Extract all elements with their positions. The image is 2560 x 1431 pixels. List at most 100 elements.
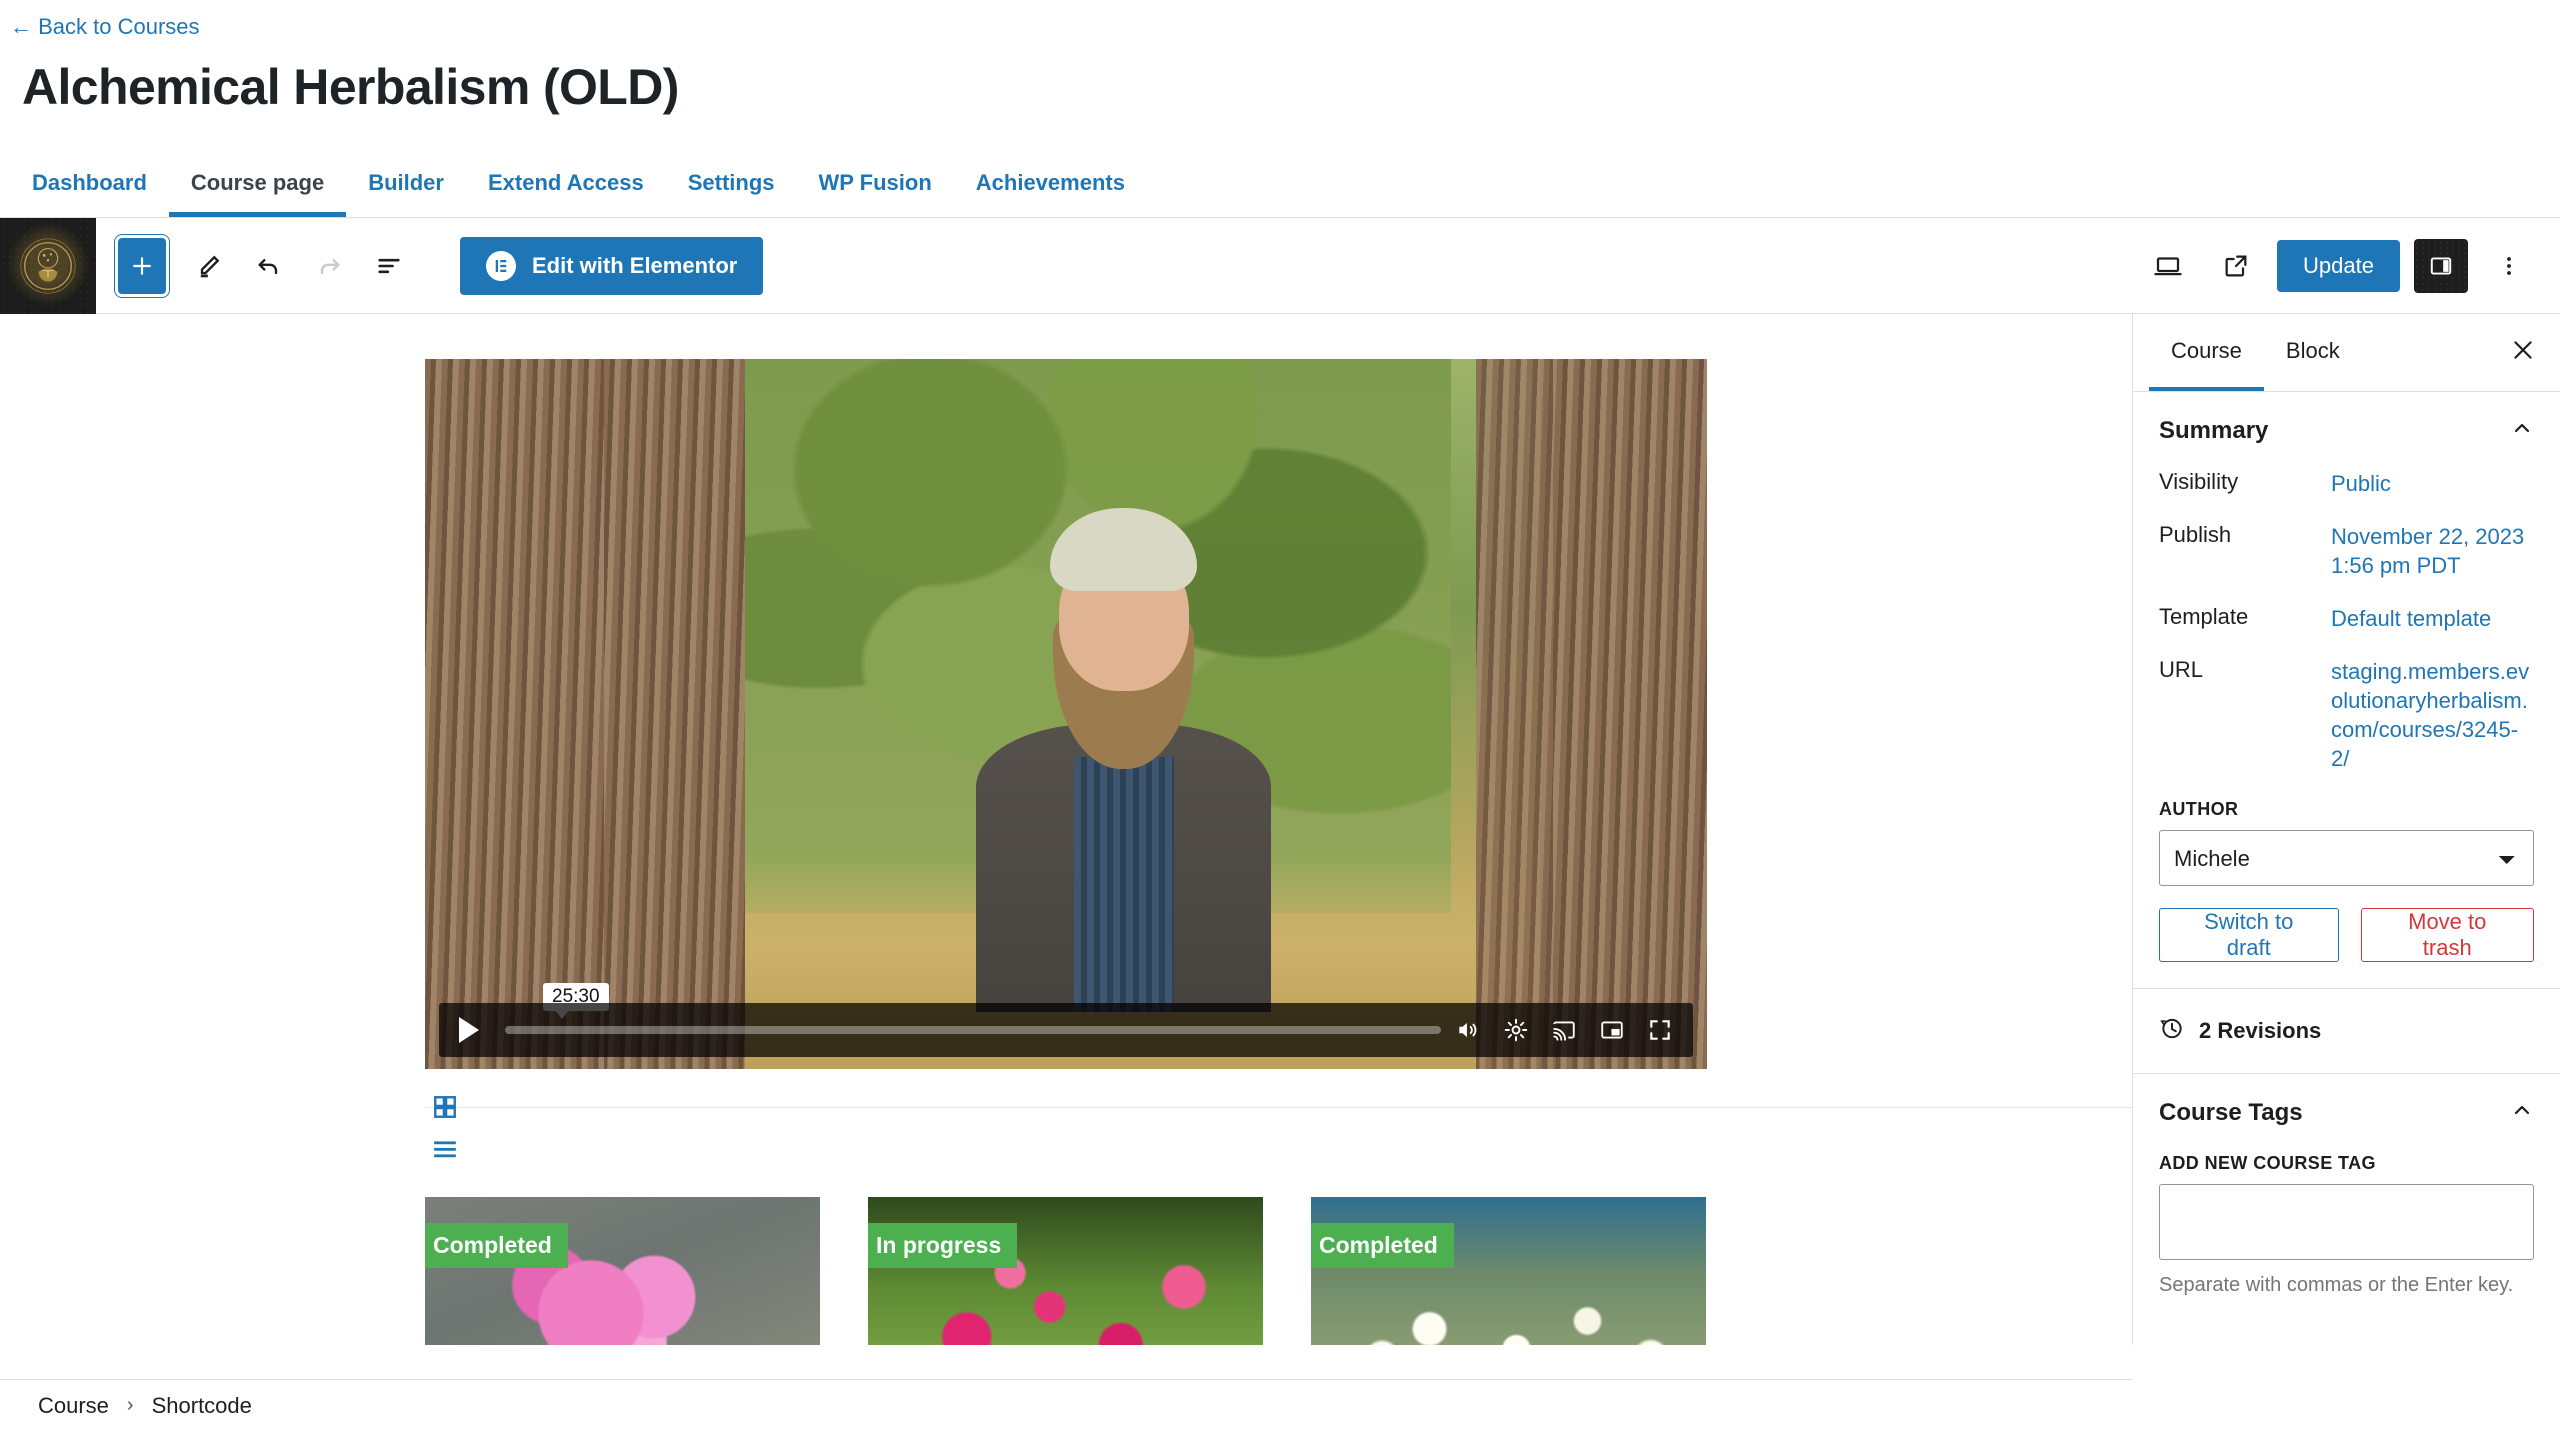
editor-tools bbox=[96, 237, 416, 294]
external-link-icon[interactable] bbox=[2209, 239, 2263, 293]
play-icon[interactable] bbox=[459, 1017, 479, 1043]
add-course-tag-field: ADD NEW COURSE TAG bbox=[2133, 1139, 2560, 1261]
url-label: URL bbox=[2159, 657, 2204, 683]
three-dots-icon bbox=[2507, 256, 2511, 275]
visibility-value[interactable]: Public bbox=[2331, 469, 2391, 498]
revisions-label: 2 Revisions bbox=[2199, 1018, 2322, 1044]
card-image bbox=[425, 1197, 820, 1345]
revision-clock-icon bbox=[2159, 1015, 2185, 1047]
tab-wp-fusion[interactable]: WP Fusion bbox=[797, 170, 954, 217]
status-badge: Completed bbox=[1311, 1223, 1454, 1268]
grid-icon bbox=[434, 1096, 456, 1118]
template-value[interactable]: Default template bbox=[2331, 604, 2491, 633]
collapse-chevron-icon bbox=[2514, 423, 2530, 433]
tab-builder[interactable]: Builder bbox=[346, 170, 466, 217]
tab-course[interactable]: Course bbox=[2149, 314, 2264, 391]
volume-icon[interactable] bbox=[1455, 1017, 1481, 1043]
publish-label: Publish bbox=[2159, 522, 2232, 548]
tab-course-page[interactable]: Course page bbox=[168, 170, 347, 217]
breadcrumb: Course › Shortcode bbox=[0, 1379, 2132, 1431]
list-item[interactable]: Completed bbox=[425, 1197, 820, 1345]
author-field: AUTHOR Michele bbox=[2133, 785, 2560, 887]
chromecast-icon bbox=[1553, 1021, 1575, 1041]
undo-icon[interactable] bbox=[242, 239, 296, 293]
status-badge: Completed bbox=[425, 1223, 568, 1268]
speaker-icon bbox=[1459, 1022, 1477, 1038]
revisions-link[interactable]: 2 Revisions bbox=[2133, 989, 2560, 1073]
editor-canvas: 25:30 Completed In progress Completed bbox=[0, 314, 2132, 1345]
block-divider bbox=[425, 1107, 2132, 1108]
video-progress-bar[interactable] bbox=[505, 1026, 1441, 1034]
post-action-buttons: Switch to draft Move to trash bbox=[2133, 886, 2560, 988]
site-emblem-icon[interactable] bbox=[0, 217, 96, 314]
close-icon[interactable] bbox=[2510, 337, 2536, 368]
chevron-up-icon[interactable] bbox=[2510, 416, 2534, 445]
settings-gear-icon[interactable] bbox=[1503, 1017, 1529, 1043]
video-control-icons bbox=[1455, 1017, 1679, 1043]
list-item[interactable]: Completed bbox=[1311, 1197, 1706, 1345]
plus-icon bbox=[133, 256, 151, 275]
author-label: AUTHOR bbox=[2159, 799, 2239, 820]
video-frame-image bbox=[425, 359, 1707, 1069]
list-block-icon[interactable] bbox=[432, 1139, 458, 1164]
author-select[interactable]: Michele bbox=[2159, 830, 2534, 887]
alchemy-emblem-graphic bbox=[20, 237, 76, 294]
breadcrumb-shortcode[interactable]: Shortcode bbox=[152, 1393, 252, 1419]
view-post-icon bbox=[2225, 255, 2247, 276]
edit-pencil-icon[interactable] bbox=[182, 239, 236, 293]
course-tag-input[interactable] bbox=[2159, 1184, 2534, 1261]
redo-icon[interactable] bbox=[302, 239, 356, 293]
summary-row-publish: Publish November 22, 2023 1:56 pm PDT bbox=[2133, 510, 2560, 592]
tab-achievements[interactable]: Achievements bbox=[954, 170, 1147, 217]
list-item[interactable]: In progress bbox=[868, 1197, 1263, 1345]
fullscreen-icon[interactable] bbox=[1647, 1017, 1673, 1043]
x-icon bbox=[2514, 341, 2532, 359]
edit-with-elementor-button[interactable]: Edit with Elementor bbox=[460, 236, 764, 295]
pip-icon bbox=[1601, 1021, 1623, 1039]
document-outline-icon bbox=[378, 258, 400, 273]
video-block[interactable]: 25:30 bbox=[425, 359, 1707, 1069]
add-block-icon[interactable] bbox=[118, 237, 166, 294]
chevron-up-icon[interactable] bbox=[2510, 1098, 2534, 1127]
back-to-courses-link[interactable]: ← Back to Courses bbox=[10, 14, 200, 40]
tab-extend-access[interactable]: Extend Access bbox=[466, 170, 666, 217]
desktop-preview-icon[interactable] bbox=[2141, 239, 2195, 293]
summary-row-visibility: Visibility Public bbox=[2133, 457, 2560, 510]
lines-icon bbox=[434, 1141, 456, 1158]
sidebar-tabs: Course Block bbox=[2133, 314, 2560, 392]
pencil-icon bbox=[200, 255, 220, 277]
update-button[interactable]: Update bbox=[2277, 239, 2400, 292]
settings-sidebar-icon[interactable] bbox=[2414, 238, 2468, 293]
tab-block[interactable]: Block bbox=[2264, 314, 2362, 391]
course-cards: Completed In progress Completed bbox=[425, 1197, 1706, 1345]
template-label: Template bbox=[2159, 604, 2249, 630]
visibility-label: Visibility bbox=[2159, 469, 2239, 494]
course-tags-header[interactable]: Course Tags bbox=[2133, 1074, 2560, 1139]
grid-block-icon[interactable] bbox=[432, 1094, 458, 1125]
redo-arrow-icon bbox=[320, 258, 340, 274]
url-value[interactable]: staging.members.evolutionaryherbalism.co… bbox=[2331, 657, 2534, 773]
switch-to-draft-button[interactable]: Switch to draft bbox=[2159, 908, 2339, 963]
course-tag-help-text: Separate with commas or the Enter key. bbox=[2159, 1274, 2514, 1297]
picture-in-picture-icon[interactable] bbox=[1599, 1017, 1625, 1043]
gear-icon bbox=[1504, 1018, 1528, 1042]
move-to-trash-button[interactable]: Move to trash bbox=[2360, 908, 2534, 963]
status-badge: In progress bbox=[868, 1223, 1018, 1278]
page-title: Alchemical Herbalism (OLD) bbox=[22, 59, 679, 115]
publish-value[interactable]: November 22, 2023 1:56 pm PDT bbox=[2331, 522, 2534, 580]
cast-icon[interactable] bbox=[1551, 1017, 1577, 1043]
tab-dashboard[interactable]: Dashboard bbox=[10, 170, 169, 217]
list-view-icon[interactable] bbox=[362, 239, 416, 293]
elementor-button-label: Edit with Elementor bbox=[532, 252, 738, 278]
elementor-logo-icon bbox=[486, 250, 516, 281]
breadcrumb-separator: › bbox=[126, 1394, 134, 1416]
breadcrumb-course[interactable]: Course bbox=[38, 1393, 109, 1419]
course-tabs: Dashboard Course page Builder Extend Acc… bbox=[0, 156, 2560, 218]
elementor-glyph-icon bbox=[495, 259, 507, 272]
video-controls bbox=[439, 1003, 1693, 1057]
more-options-icon[interactable] bbox=[2482, 239, 2536, 293]
summary-row-template: Template Default template bbox=[2133, 592, 2560, 645]
tab-settings[interactable]: Settings bbox=[666, 170, 797, 217]
summary-header[interactable]: Summary bbox=[2133, 392, 2560, 457]
undo-arrow-icon bbox=[258, 258, 278, 274]
